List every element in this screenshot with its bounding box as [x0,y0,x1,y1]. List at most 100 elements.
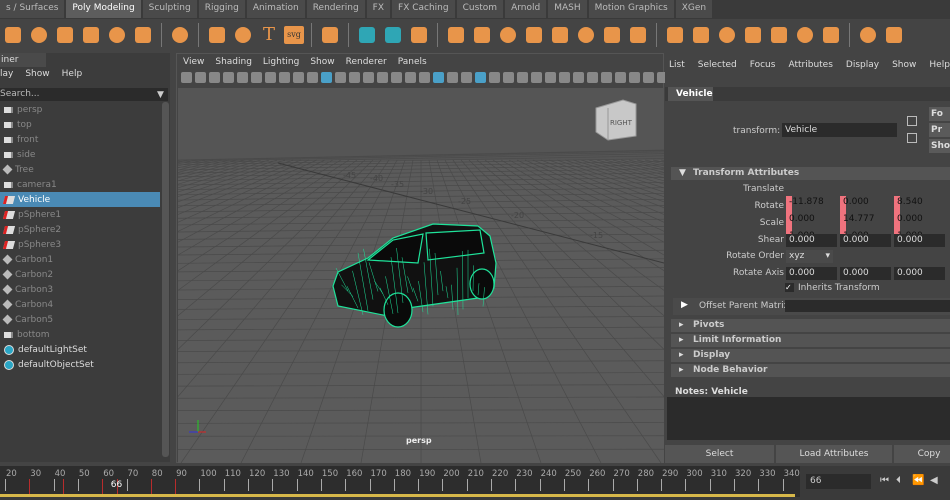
sweep-mesh-icon[interactable] [232,24,254,46]
rotate-axis-z[interactable]: 0.000 [894,267,945,280]
viewport-tool-icon[interactable] [293,72,304,83]
super-shape-icon[interactable] [206,24,228,46]
outliner-item[interactable]: bottom [0,327,160,342]
shelf-tab[interactable]: Custom [456,0,504,18]
outliner-menu-item[interactable]: Help [62,69,83,79]
attr-menu-item[interactable]: Attributes [788,60,832,70]
attr-menu-item[interactable]: List [669,60,685,70]
extract-icon[interactable] [523,24,545,46]
section-transform-attributes[interactable]: ▼ Transform Attributes [671,167,950,180]
shelf-tab[interactable]: Motion Graphics [588,0,674,18]
append-icon[interactable] [690,24,712,46]
shelf-tab[interactable]: FX [366,0,391,18]
step-back-icon[interactable]: ⏴ [896,475,906,487]
outliner-item[interactable]: pSphere1 [0,207,160,222]
shelf-tab[interactable]: MASH [548,0,587,18]
measure-icon[interactable] [356,24,378,46]
tab-vehicle[interactable]: Vehicle [668,87,713,101]
shelf-tab[interactable]: Animation [246,0,305,18]
viewport-menu-item[interactable]: View [183,57,204,67]
attr-menu-item[interactable]: Display [846,60,879,70]
bridge-icon[interactable] [627,24,649,46]
smooth-icon[interactable] [445,24,467,46]
attr-menu-item[interactable]: Focus [750,60,776,70]
outliner-tab[interactable]: iner [0,53,46,67]
outliner-item[interactable]: defaultObjectSet [0,357,160,372]
viewport-tool-icon[interactable] [237,72,248,83]
viewport-tool-icon[interactable] [195,72,206,83]
viewport-tool-icon[interactable] [391,72,402,83]
viewport-tool-icon[interactable] [419,72,430,83]
viewport-tool-icon[interactable] [601,72,612,83]
type-tool-grid-icon[interactable] [319,24,341,46]
focus-output-icon[interactable] [907,133,917,143]
play-backwards-icon[interactable]: ◀ [930,475,940,487]
viewport-tool-icon[interactable] [587,72,598,83]
viewport-menu-item[interactable]: Shading [215,57,252,67]
fill-hole-icon[interactable] [716,24,738,46]
section-offset-parent-matrix[interactable]: ▶ Offset Parent Matrix [673,298,950,315]
time-slider[interactable]: 20 30 40 50 60 70 80 90 100 110 120 130 140 150 160 170… [0,466,950,500]
shelf-tab[interactable]: Rigging [198,0,245,18]
shelf-tab[interactable]: s / Surfaces [0,0,65,18]
combine-icon[interactable] [471,24,493,46]
viewport-tool-icon[interactable] [475,72,486,83]
platonic-solid-icon[interactable] [169,24,191,46]
outliner-item[interactable]: front [0,132,160,147]
select-button[interactable]: Select [665,445,774,463]
outliner-item[interactable]: pSphere2 [0,222,160,237]
viewport-tool-icon[interactable] [545,72,556,83]
outliner-item[interactable]: defaultLightSet [0,342,160,357]
outliner-item[interactable]: top [0,117,160,132]
viewport-tool-icon[interactable] [461,72,472,83]
attr-menu-item[interactable]: Selected [698,60,737,70]
mirror-icon[interactable] [549,24,571,46]
copy-tab-button[interactable]: Copy [894,445,950,463]
poly-disc-icon[interactable] [132,24,154,46]
rotate-axis-x[interactable]: 0.000 [786,267,837,280]
attr-menu-item[interactable]: Show [892,60,916,70]
load-attributes-button[interactable]: Load Attributes [776,445,892,463]
outliner-item[interactable]: Carbon5 [0,312,160,327]
viewport-menu-item[interactable]: Panels [398,57,427,67]
shelf-tab[interactable]: Poly Modeling [66,0,141,18]
outliner-search-input[interactable]: Search... [0,88,168,101]
poly-plane-icon[interactable] [106,24,128,46]
viewport-menu-item[interactable]: Renderer [346,57,387,67]
viewport-tool-icon[interactable] [559,72,570,83]
current-frame-marker[interactable]: 66 [111,480,122,490]
multi-cut-icon[interactable] [742,24,764,46]
transform-name-field[interactable]: Vehicle [782,123,897,137]
attr-menu-item[interactable]: Help [929,60,950,70]
show-button[interactable]: Show [929,139,950,153]
outliner-menu-item[interactable]: lay [0,69,13,79]
viewport-tool-icon[interactable] [251,72,262,83]
section-pivots[interactable]: ▸ Pivots [671,319,950,332]
presets-button[interactable]: Pr [929,123,950,137]
connect-icon[interactable] [768,24,790,46]
bevel-edge-icon[interactable] [794,24,816,46]
poly-cone-icon[interactable] [54,24,76,46]
extrude-icon[interactable] [664,24,686,46]
center-pivot-icon[interactable] [382,24,404,46]
section-node-behavior[interactable]: ▸ Node Behavior [671,364,950,377]
viewport-tool-icon[interactable] [503,72,514,83]
section-limit-information[interactable]: ▸ Limit Information [671,334,950,347]
viewport-tool-icon[interactable] [279,72,290,83]
poly-cylinder-icon[interactable] [28,24,50,46]
outliner-item[interactable]: side [0,147,160,162]
outliner-item[interactable]: persp [0,102,160,117]
outliner-item[interactable]: Tree [0,162,160,177]
focus-button[interactable]: Fo [929,107,950,121]
viewport-tool-icon[interactable] [531,72,542,83]
poly-torus-icon[interactable] [80,24,102,46]
viewport-tool-icon[interactable] [363,72,374,83]
shelf-tab[interactable]: XGen [675,0,713,18]
viewport-tool-icon[interactable] [181,72,192,83]
outliner-item[interactable]: pSphere3 [0,237,160,252]
viewport-tool-icon[interactable] [629,72,640,83]
search-dropdown-icon[interactable]: ▼ [157,90,164,100]
viewport-tool-icon[interactable] [377,72,388,83]
viewport-tool-icon[interactable] [349,72,360,83]
viewport-tool-icon[interactable] [433,72,444,83]
